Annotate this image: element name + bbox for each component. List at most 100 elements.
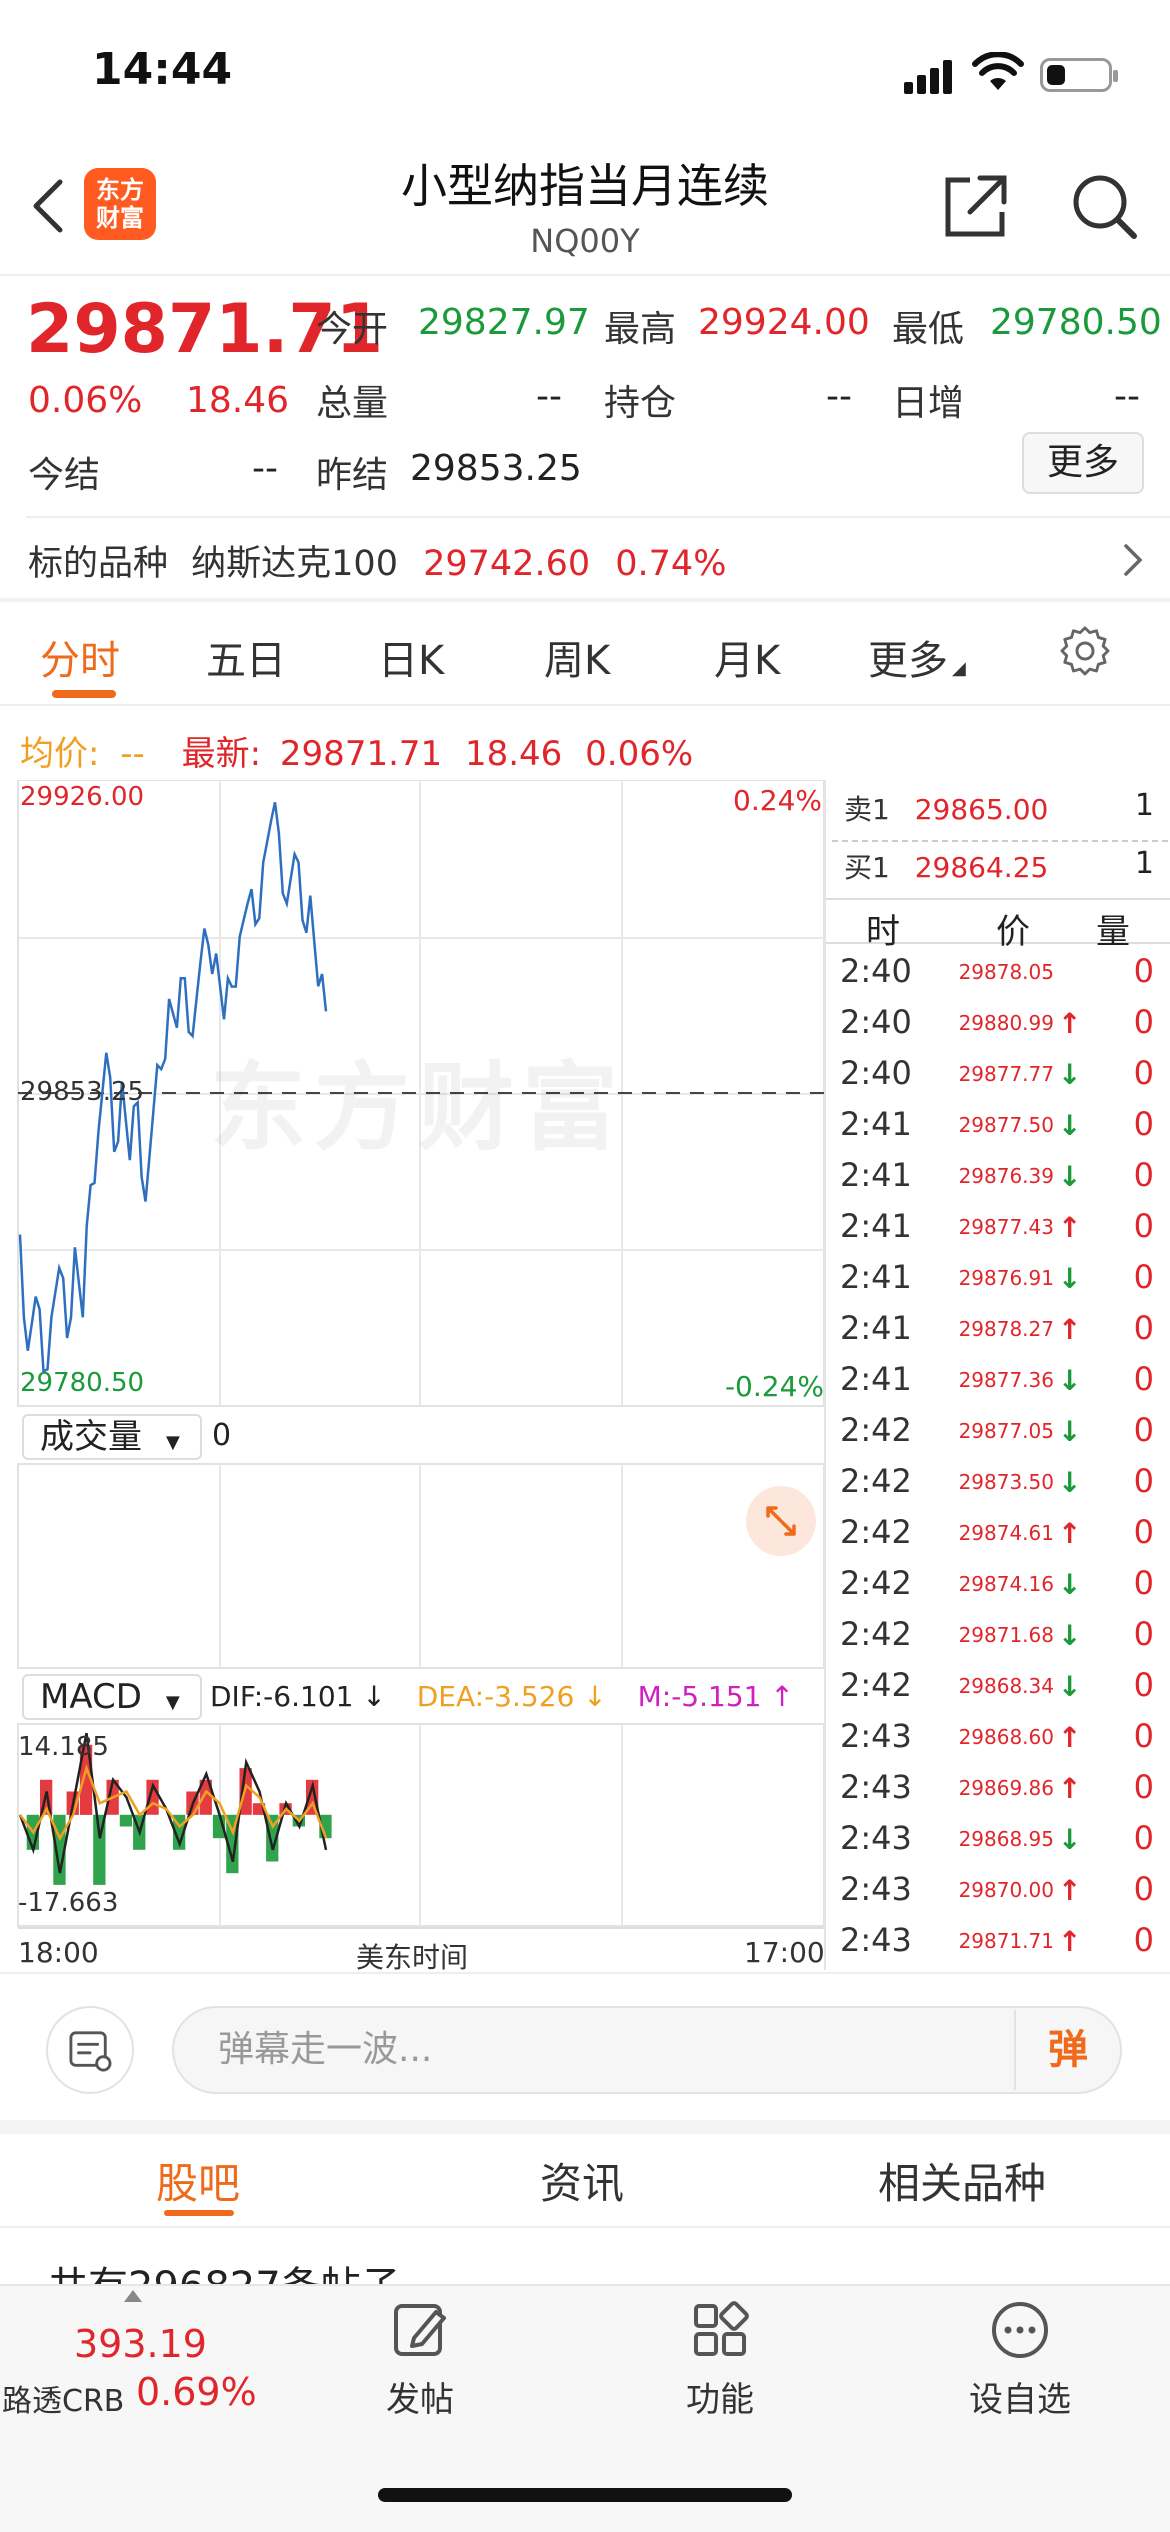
crb-value[interactable]: 393.19: [74, 2322, 207, 2366]
macd-values: DIF:-6.101 ↓ DEA:-3.526 ↓ M:-5.151 ↑: [210, 1680, 794, 1713]
open-label: 今开: [316, 309, 389, 350]
pct-axis-top: 0.24%: [733, 784, 822, 817]
tick-volume: 0: [1133, 1207, 1154, 1245]
crb-name[interactable]: 路透CRB: [2, 2376, 124, 2420]
underlying-price: 29742.60: [423, 544, 591, 584]
tick-price: 29869.86: [958, 1776, 1054, 1800]
tick-direction-icon: ↓: [1058, 1058, 1082, 1091]
tick-volume: 0: [1133, 1360, 1154, 1398]
volume-indicator-select[interactable]: 成交量 ▼: [22, 1414, 202, 1460]
tick-direction-icon: ↑: [1058, 1211, 1082, 1244]
daily-increase-value: --: [1114, 376, 1140, 417]
tab-weekly-k[interactable]: 周K: [544, 628, 610, 686]
macd-axis-bottom: -17.663: [18, 1888, 119, 1918]
tick-time: 2:41: [840, 1258, 912, 1296]
tick-row: 2:42 29868.34 ↓ 0: [836, 1664, 1166, 1715]
open-interest-value: --: [826, 376, 852, 417]
bottom-tab-indicator: [164, 2210, 234, 2216]
features-label[interactable]: 功能: [640, 2372, 800, 2421]
tick-price: 29871.68: [958, 1623, 1054, 1647]
underlying-row[interactable]: 标的品种 纳斯达克100 29742.60 0.74%: [28, 535, 726, 586]
tick-time: 2:42: [840, 1564, 912, 1602]
tick-time: 2:42: [840, 1513, 912, 1551]
underlying-label: 标的品种: [28, 544, 169, 584]
home-indicator: [378, 2488, 792, 2502]
settle-value: --: [252, 448, 278, 489]
tick-row: 2:43 29869.86 ↑ 0: [836, 1766, 1166, 1817]
tick-volume: 0: [1133, 1513, 1154, 1551]
tab-monthly-k[interactable]: 月K: [714, 628, 780, 686]
tab-more[interactable]: 更多 ◢: [868, 628, 966, 686]
instrument-code: NQ00Y: [530, 222, 640, 260]
high-label: 最高: [604, 309, 677, 350]
tab-forum[interactable]: 股吧: [156, 2150, 240, 2211]
tab-news[interactable]: 资讯: [540, 2150, 624, 2211]
more-dots-icon[interactable]: [988, 2298, 1052, 2362]
instrument-title: 小型纳指当月连续: [401, 159, 769, 213]
forum-post-count: 共有296827条帖子: [48, 2254, 401, 2284]
section-gap-2: [0, 2120, 1170, 2134]
macd-axis-top: 14.185: [18, 1732, 109, 1762]
tab-five-day[interactable]: 五日: [206, 628, 286, 686]
header-divider: [0, 274, 1170, 276]
tick-direction-icon: ↑: [1058, 1874, 1082, 1907]
quote-divider: [26, 516, 1170, 518]
search-icon[interactable]: [1068, 170, 1140, 242]
chevron-right-icon[interactable]: [1118, 540, 1148, 580]
barrage-input[interactable]: 弹幕走一波...: [172, 2006, 1122, 2094]
macd-histogram-bar: [119, 1814, 133, 1827]
volume-value: --: [536, 376, 562, 417]
tick-price: 29870.00: [958, 1878, 1054, 1902]
tab-related[interactable]: 相关品种: [878, 2150, 1046, 2211]
tick-direction-icon: ↓: [1058, 1109, 1082, 1142]
volume-label: 总量: [316, 383, 389, 424]
more-button[interactable]: 更多: [1022, 432, 1144, 494]
tick-price: 29878.05: [958, 960, 1054, 984]
barrage-button[interactable]: 弹: [1014, 2010, 1120, 2090]
barrage-settings-icon[interactable]: [46, 2006, 134, 2094]
tick-price: 29873.50: [958, 1470, 1054, 1494]
tick-volume: 0: [1133, 1666, 1154, 1704]
tick-volume: 0: [1133, 952, 1154, 990]
features-grid-icon[interactable]: [688, 2298, 752, 2362]
gear-icon[interactable]: [1060, 626, 1112, 678]
daily-increase-label: 日增: [892, 383, 965, 424]
tick-time: 2:43: [840, 1819, 912, 1857]
tick-volume: 0: [1133, 1819, 1154, 1857]
tick-time: 2:43: [840, 1717, 912, 1755]
crb-pct[interactable]: 0.69%: [136, 2370, 257, 2414]
tick-price: 29880.99: [958, 1011, 1054, 1035]
tab-intraday[interactable]: 分时: [40, 628, 120, 686]
collapse-arrow-icon[interactable]: [124, 2290, 142, 2302]
expand-icon[interactable]: [746, 1486, 816, 1556]
tick-price: 29871.71: [958, 1929, 1054, 1953]
tick-price: 29877.36: [958, 1368, 1054, 1392]
ticks-header: 时 价 量: [826, 898, 1170, 952]
tick-direction-icon: ↓: [1058, 1364, 1082, 1397]
back-arrow-icon[interactable]: [24, 176, 72, 236]
tick-volume: 0: [1133, 1921, 1154, 1959]
tick-price: 29876.91: [958, 1266, 1054, 1290]
low-label: 最低: [892, 309, 965, 350]
tick-direction-icon: ↓: [1058, 1619, 1082, 1652]
post-label[interactable]: 发帖: [340, 2372, 500, 2421]
tick-time: 2:41: [840, 1156, 912, 1194]
tick-row: 2:42 29871.68 ↓ 0: [836, 1613, 1166, 1664]
open-value: 29827.97: [418, 302, 590, 343]
post-edit-icon[interactable]: [388, 2298, 452, 2362]
tab-daily-k[interactable]: 日K: [378, 628, 444, 686]
high-value: 29924.00: [698, 302, 870, 343]
prev-settle-label: 昨结: [316, 455, 389, 496]
watchlist-label[interactable]: 设自选: [940, 2372, 1100, 2421]
tick-row: 2:40 29878.05 0: [836, 950, 1166, 1001]
tick-direction-icon: ↑: [1058, 1925, 1082, 1958]
tick-time: 2:43: [840, 1870, 912, 1908]
tick-volume: 0: [1133, 1411, 1154, 1449]
tick-row: 2:43 29868.60 ↑ 0: [836, 1715, 1166, 1766]
panel-divider: [824, 780, 826, 1970]
tick-row: 2:41 29877.36 ↓ 0: [836, 1358, 1166, 1409]
tick-time: 2:42: [840, 1615, 912, 1653]
macd-indicator-select[interactable]: MACD ▼: [22, 1674, 202, 1720]
share-icon[interactable]: [940, 170, 1012, 242]
tick-volume: 0: [1133, 1870, 1154, 1908]
